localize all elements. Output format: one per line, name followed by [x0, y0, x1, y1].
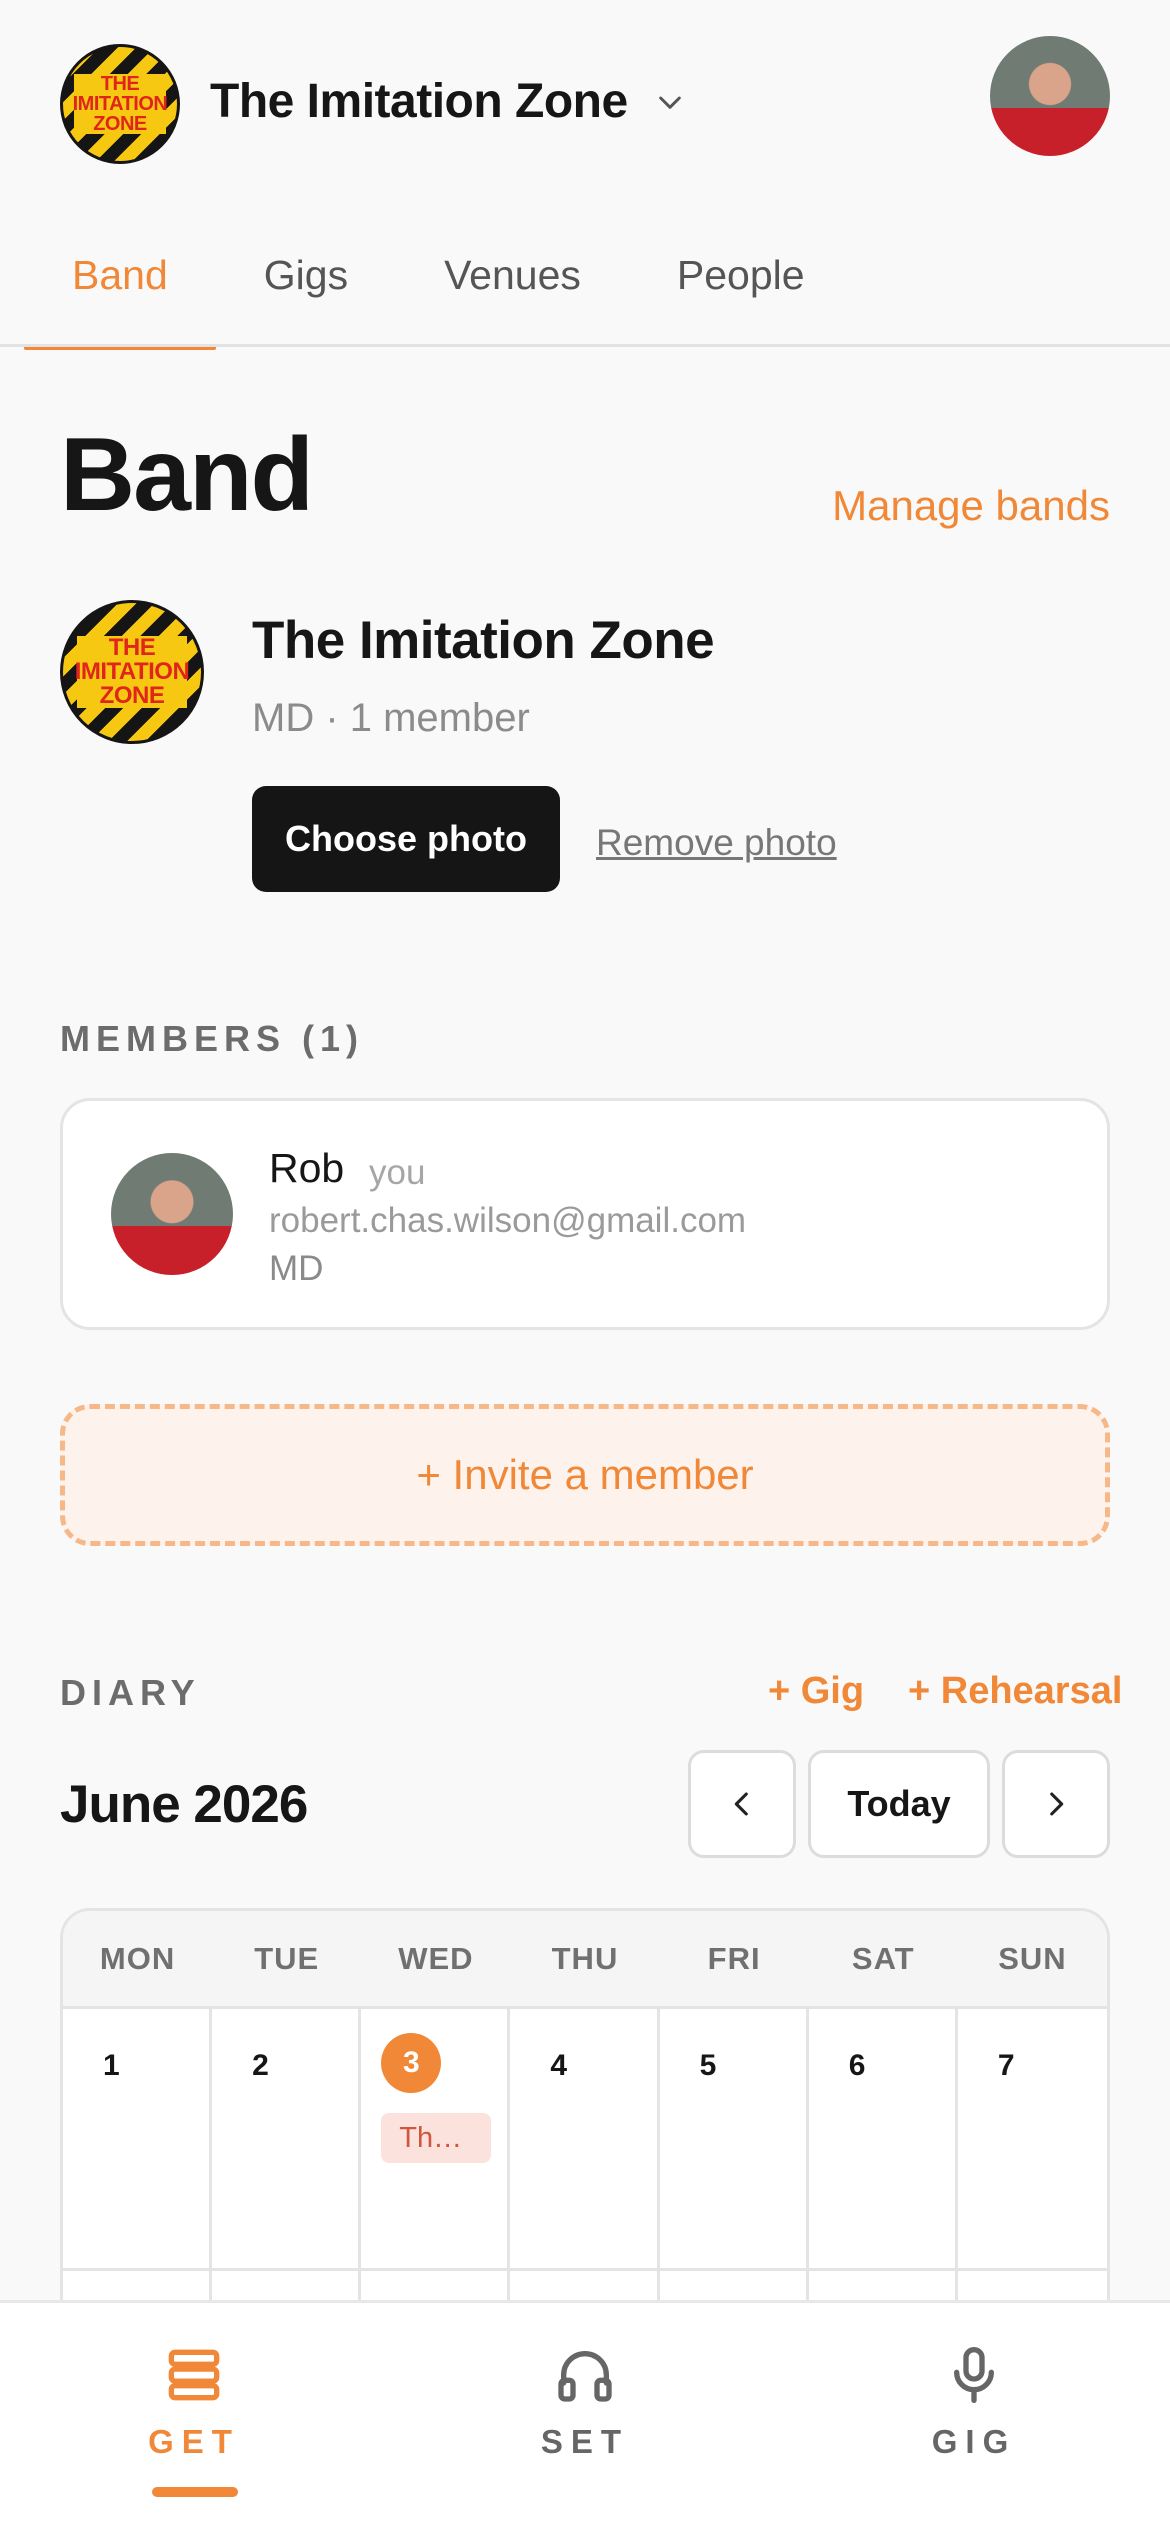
weekday-sat: SAT: [851, 1940, 915, 1976]
weekday-mon: MON: [99, 1940, 176, 1976]
calendar-weekday-header: MON TUE WED THU FRI SAT SUN: [63, 1911, 1107, 2009]
nav-get-label: GET: [148, 2423, 240, 2460]
day-number: 4: [550, 2049, 568, 2082]
headphones-icon: [558, 2351, 612, 2402]
nav-set-label: SET: [540, 2423, 630, 2460]
tab-bar: Band Gigs Venues People: [24, 228, 853, 350]
bottom-navigation: GET SET GIG: [0, 2300, 1170, 2532]
weekday-sun: SUN: [998, 1940, 1067, 1976]
diary-section-label: DIARY: [60, 1672, 201, 1713]
nav-set[interactable]: SET: [485, 2343, 685, 2461]
invite-member-button[interactable]: + Invite a member: [60, 1404, 1110, 1546]
weekday-wed: WED: [398, 1940, 474, 1976]
member-name: Rob: [269, 1145, 345, 1191]
nav-get[interactable]: GET: [94, 2343, 294, 2461]
band-name: The Imitation Zone: [252, 611, 715, 670]
choose-photo-button[interactable]: Choose photo: [252, 786, 560, 892]
manage-bands-link[interactable]: Manage bands: [832, 482, 1110, 530]
avatar: [111, 1153, 233, 1275]
page-title: Band: [60, 417, 314, 533]
previous-month-button[interactable]: [688, 1750, 796, 1858]
band-switcher-label: The Imitation Zone: [210, 75, 628, 128]
active-nav-indicator: [152, 2487, 238, 2497]
member-you-tag: you: [369, 1153, 426, 1192]
band-photo: THE IMITATION ZONE: [60, 600, 204, 744]
add-rehearsal-link[interactable]: + Rehearsal: [908, 1670, 1122, 1713]
calendar-day-cell[interactable]: 4: [510, 2009, 660, 2268]
member-email: robert.chas.wilson@gmail.com: [269, 1201, 747, 1240]
calendar-day-cell[interactable]: 1: [63, 2009, 213, 2268]
stack-icon: [168, 2349, 220, 2401]
tab-gigs[interactable]: Gigs: [216, 228, 396, 348]
calendar-day-cell[interactable]: 5: [660, 2009, 809, 2268]
tab-venues[interactable]: Venues: [396, 228, 629, 348]
member-role: MD: [269, 1249, 324, 1288]
day-number: 1: [103, 2049, 120, 2082]
weekday-fri: FRI: [707, 1940, 761, 1976]
weekday-thu: THU: [551, 1940, 619, 1976]
calendar-day-cell-today[interactable]: 3 Th…: [361, 2009, 511, 2268]
calendar-event-chip[interactable]: Th…: [381, 2113, 492, 2163]
tab-band[interactable]: Band: [24, 228, 216, 350]
today-button[interactable]: Today: [808, 1750, 990, 1858]
calendar-grid: MON TUE WED THU FRI SAT SUN 1 2 3 Th… 4 …: [60, 1908, 1110, 2308]
microphone-icon: [954, 2347, 994, 2403]
chevron-left-icon: [734, 1792, 748, 1816]
band-switcher[interactable]: The Imitation Zone: [210, 74, 686, 129]
app-screen: THE IMITATION ZONE The Imitation Zone Ba…: [0, 0, 1170, 2532]
tabs-divider: [0, 344, 1170, 347]
remove-photo-link[interactable]: Remove photo: [596, 822, 837, 864]
day-number-today: 3: [381, 2033, 442, 2093]
day-number: 6: [848, 2049, 866, 2082]
weekday-tue: TUE: [254, 1940, 320, 1976]
band-logo[interactable]: THE IMITATION ZONE: [60, 44, 180, 164]
day-number: 7: [997, 2049, 1015, 2082]
nav-gig[interactable]: GIG: [874, 2343, 1074, 2461]
nav-gig-label: GIG: [931, 2423, 1017, 2460]
day-number: 5: [699, 2049, 717, 2082]
calendar-week-row: 1 2 3 Th… 4 5 6 7: [63, 2009, 1107, 2271]
user-avatar[interactable]: [990, 36, 1110, 156]
member-card[interactable]: Rob you robert.chas.wilson@gmail.com MD: [60, 1098, 1110, 1330]
next-month-button[interactable]: [1002, 1750, 1110, 1858]
add-gig-link[interactable]: + Gig: [768, 1670, 864, 1713]
chevron-down-icon: [658, 96, 681, 109]
top-bar: THE IMITATION ZONE The Imitation Zone: [0, 0, 1170, 210]
calendar-day-cell[interactable]: 7: [958, 2009, 1107, 2268]
band-meta: MD · 1 member: [252, 696, 530, 740]
calendar-day-cell[interactable]: 2: [212, 2009, 362, 2268]
calendar-month-title: June 2026: [60, 1775, 308, 1834]
tab-people[interactable]: People: [629, 228, 853, 348]
members-section-label: MEMBERS (1): [60, 1018, 365, 1059]
calendar-day-cell[interactable]: 6: [809, 2009, 958, 2268]
day-number: 2: [252, 2049, 269, 2082]
chevron-right-icon: [1050, 1792, 1064, 1816]
